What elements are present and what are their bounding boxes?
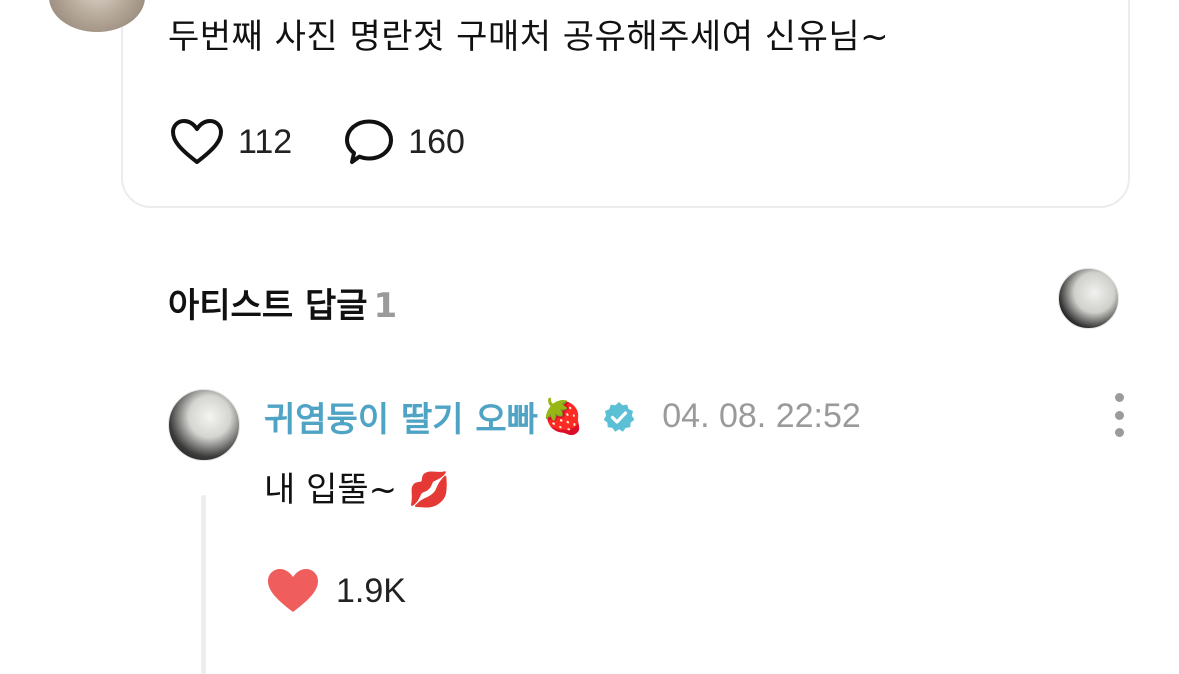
post-author-avatar[interactable]	[49, 0, 145, 32]
reply-like-count: 1.9K	[336, 571, 406, 610]
heart-outline-icon	[171, 119, 223, 164]
post-text: 두번째 사진 명란젓 구매처 공유해주세여 신유님~	[168, 17, 890, 57]
more-options-button[interactable]	[1104, 393, 1134, 437]
reply-like-button[interactable]: 1.9K	[266, 567, 406, 615]
reply-text: 내 입뚤~ 💋	[264, 470, 451, 510]
reply-author-avatar[interactable]	[168, 389, 240, 461]
comment-button[interactable]: 160	[344, 118, 465, 166]
like-count: 112	[238, 122, 293, 161]
like-button[interactable]: 112	[170, 118, 292, 166]
thread-line	[201, 495, 206, 674]
reply-timestamp: 04. 08. 22:52	[662, 397, 861, 435]
heart-filled-icon	[268, 569, 318, 612]
more-vertical-icon	[1114, 393, 1124, 402]
post-detail-screen: 두번째 사진 명란젓 구매처 공유해주세여 신유님~ 112 160 아티스트 …	[0, 0, 1179, 674]
comment-bubble-icon	[345, 119, 394, 164]
artist-replies-title: 아티스트 답글 1	[168, 278, 397, 327]
artist-replies-label: 아티스트 답글	[168, 286, 368, 326]
reply-author-name[interactable]: 귀염둥이 딸기 오빠	[264, 392, 538, 441]
reply-meta: 귀염둥이 딸기 오빠 🍓 04. 08. 22:52	[264, 392, 861, 441]
post-actions: 112 160	[170, 118, 517, 166]
strawberry-emoji: 🍓	[541, 396, 585, 437]
artist-avatar[interactable]	[1058, 268, 1119, 329]
artist-replies-count: 1	[373, 286, 398, 326]
comment-count: 160	[408, 122, 465, 161]
verified-badge-icon	[603, 401, 635, 432]
